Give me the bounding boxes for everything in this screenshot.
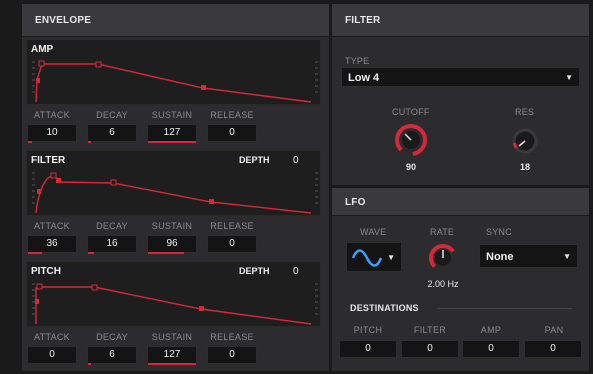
- filter-release-field[interactable]: 0: [207, 235, 257, 253]
- rate-value: 2.00 Hz: [427, 279, 459, 289]
- destinations-divider: [437, 308, 572, 309]
- dest-pan-field[interactable]: 0: [524, 340, 582, 358]
- filter-envelope-graph[interactable]: FILTER DEPTH 0: [26, 150, 321, 216]
- filter-sustain-label: SUSTAIN: [151, 221, 193, 231]
- cutoff-label: CUTOFF: [392, 107, 430, 117]
- filter-type-label: TYPE: [345, 56, 370, 66]
- amp-release-label: RELEASE: [210, 110, 254, 120]
- amp-decay-label: DECAY: [96, 110, 128, 120]
- filter-decay-level: [88, 252, 94, 254]
- dest-filter-field[interactable]: 0: [401, 340, 459, 358]
- triangle-down-icon: ▼: [563, 252, 571, 261]
- pitch-release-label: RELEASE: [210, 332, 254, 342]
- filter-panel: FILTER: [332, 4, 589, 185]
- pitch-sustain-field[interactable]: 127: [147, 346, 197, 364]
- filter-attack-field[interactable]: 36: [27, 235, 77, 253]
- wave-select[interactable]: ▼: [346, 242, 402, 272]
- filter-type-select[interactable]: Low 4 ▼: [341, 67, 580, 87]
- amp-sustain-label: SUSTAIN: [151, 110, 193, 120]
- envelope-header: ENVELOPE: [22, 4, 329, 37]
- dest-amp-label: AMP: [480, 325, 502, 335]
- pitch-attack-label: ATTACK: [34, 332, 70, 342]
- pitch-decay-field[interactable]: 6: [87, 346, 137, 364]
- dest-pitch-label: PITCH: [353, 325, 383, 335]
- filter-attack-level: [28, 252, 42, 254]
- sine-wave-icon: [352, 249, 382, 267]
- cutoff-knob[interactable]: [394, 123, 428, 157]
- filter-decay-field[interactable]: 16: [87, 235, 137, 253]
- res-knob[interactable]: [510, 126, 540, 156]
- filter-type-value: Low 4: [348, 72, 380, 84]
- filter-sustain-field[interactable]: 96: [147, 235, 197, 253]
- dest-amp-field[interactable]: 0: [462, 340, 520, 358]
- lfo-header: LFO: [332, 188, 589, 216]
- wave-label: WAVE: [360, 227, 387, 237]
- dest-pitch-field[interactable]: 0: [339, 340, 397, 358]
- cutoff-value: 90: [405, 162, 416, 172]
- triangle-down-icon: ▼: [565, 73, 573, 82]
- rate-knob[interactable]: [427, 242, 459, 274]
- filter-attack-label: ATTACK: [34, 221, 70, 231]
- lfo-title: LFO: [345, 197, 366, 208]
- amp-decay-field[interactable]: 6: [87, 124, 137, 142]
- filter-decay-label: DECAY: [96, 221, 128, 231]
- amp-attack-level: [28, 141, 32, 143]
- triangle-down-icon: ▼: [387, 253, 395, 262]
- sync-value: None: [486, 251, 514, 263]
- sync-select[interactable]: None ▼: [479, 244, 578, 268]
- filter-sustain-level: [148, 252, 184, 254]
- pitch-decay-label: DECAY: [96, 332, 128, 342]
- pitch-decay-level: [88, 363, 91, 365]
- amp-release-field[interactable]: 0: [207, 124, 257, 142]
- filter-release-label: RELEASE: [210, 221, 254, 231]
- pitch-envelope-curve: [32, 283, 318, 325]
- pitch-release-field[interactable]: 0: [207, 346, 257, 364]
- amp-sustain-level: [148, 141, 196, 143]
- res-label: RES: [515, 107, 535, 117]
- pitch-sustain-level: [148, 363, 196, 365]
- dest-filter-label: FILTER: [413, 325, 447, 335]
- rate-label: RATE: [430, 227, 455, 237]
- destinations-label: DESTINATIONS: [350, 303, 419, 313]
- dest-pan-label: PAN: [544, 325, 564, 335]
- pitch-sustain-label: SUSTAIN: [151, 332, 193, 342]
- amp-envelope-graph[interactable]: AMP: [26, 39, 321, 105]
- filter-title: FILTER: [345, 15, 381, 26]
- filter-header: FILTER: [332, 4, 589, 37]
- res-value: 18: [519, 162, 530, 172]
- amp-decay-level: [88, 141, 91, 143]
- amp-sustain-field[interactable]: 127: [147, 124, 197, 142]
- amp-envelope-curve: [32, 60, 318, 103]
- envelope-title: ENVELOPE: [35, 15, 92, 26]
- amp-attack-field[interactable]: 10: [27, 124, 77, 142]
- amp-attack-label: ATTACK: [34, 110, 70, 120]
- pitch-attack-field[interactable]: 0: [27, 346, 77, 364]
- sync-label: SYNC: [486, 227, 512, 237]
- filter-envelope-curve: [32, 172, 318, 214]
- pitch-envelope-graph[interactable]: PITCH DEPTH 0: [26, 261, 321, 327]
